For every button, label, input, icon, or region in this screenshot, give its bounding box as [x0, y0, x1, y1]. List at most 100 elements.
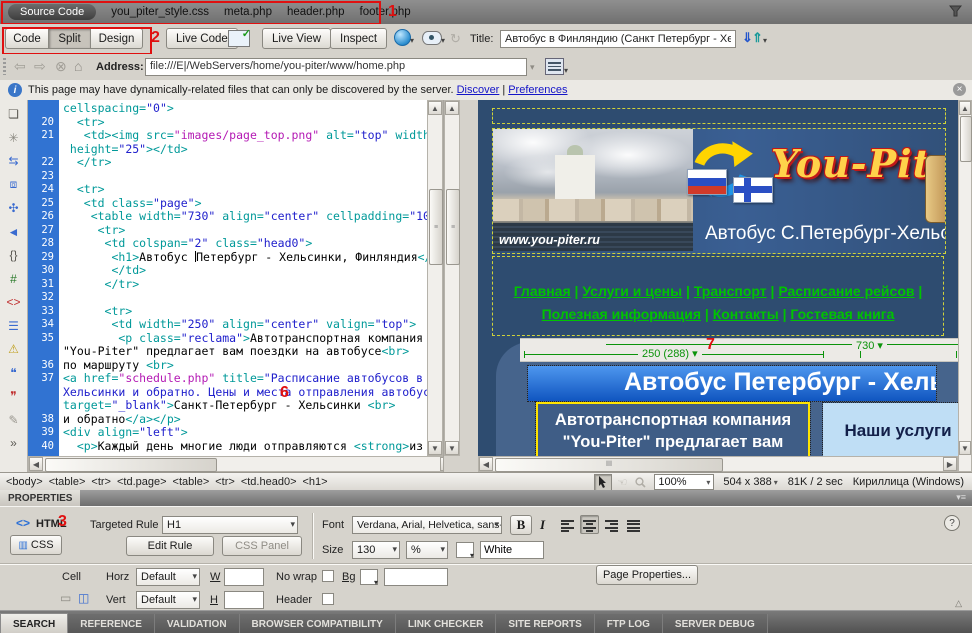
line-number[interactable] — [28, 399, 59, 413]
nowrap-checkbox[interactable] — [322, 570, 334, 582]
code-view-button[interactable]: Code — [5, 28, 49, 49]
collapse-selection-icon[interactable]: ⧈ — [4, 175, 24, 195]
text-color-swatch[interactable] — [456, 542, 474, 558]
line-number[interactable]: 31 — [28, 278, 59, 292]
line-number[interactable]: 40 — [28, 440, 59, 454]
code-line[interactable]: 28 <td colspan="2" class="head0"> — [28, 237, 455, 251]
code-line[interactable]: 35 <p class="reclama">Автотранспортная к… — [28, 332, 455, 346]
code-line[interactable]: 34 <td width="250" align="center" valign… — [28, 318, 455, 332]
nav-link[interactable]: Гостевая книга — [790, 306, 894, 322]
tag-selector-item[interactable]: <body> — [6, 476, 43, 488]
line-number[interactable]: 21 — [28, 129, 59, 143]
design-view-button[interactable]: Design — [91, 28, 143, 49]
size-select[interactable]: 130 — [352, 541, 400, 559]
code-line[interactable]: 24 <tr> — [28, 183, 455, 197]
code-pane[interactable]: cellspacing="0">20 <tr>21 <td><img src="… — [28, 100, 455, 456]
line-number[interactable] — [28, 386, 59, 400]
collapse-full-tag-icon[interactable]: ✳ — [4, 128, 24, 148]
promo-box[interactable]: Автотранспортная компания "You-Piter" пр… — [536, 402, 810, 456]
remove-comment-icon[interactable]: ❞ — [4, 386, 24, 406]
nav-link[interactable]: Контакты — [713, 306, 779, 322]
code-line[interactable]: 23 — [28, 170, 455, 184]
align-left-button[interactable] — [558, 515, 577, 534]
code-line[interactable]: 27 <tr> — [28, 224, 455, 238]
line-number[interactable]: 23 — [28, 170, 59, 184]
design-vscrollbar[interactable]: ▲ ▼ — [958, 100, 972, 472]
nav-link[interactable]: Транспорт — [694, 283, 767, 299]
code-line[interactable]: Хельсинки и обратно. Цены и места отправ… — [28, 386, 455, 400]
select-parent-tag-icon[interactable]: ◄ — [4, 222, 24, 242]
line-number[interactable]: 37 — [28, 372, 59, 386]
page-properties-button[interactable]: Page Properties... — [596, 565, 698, 585]
services-box[interactable]: Наши услуги — [823, 403, 958, 456]
line-number[interactable]: 26 — [28, 210, 59, 224]
visual-aids-dropdown-arrow-icon[interactable]: ▾ — [441, 36, 445, 45]
line-number[interactable]: 27 — [28, 224, 59, 238]
code-line[interactable]: 20 <tr> — [28, 116, 455, 130]
related-file-tab[interactable]: header.php — [287, 6, 345, 18]
header-checkbox[interactable] — [322, 593, 334, 605]
move-css-icon[interactable]: » — [4, 433, 24, 453]
merge-cells-icon[interactable]: ▭ — [60, 591, 71, 605]
scroll-up-icon[interactable]: ▲ — [428, 101, 442, 115]
css-mode-button[interactable]: ▥CSS — [10, 535, 62, 555]
zoom-tool-icon[interactable] — [632, 475, 648, 490]
line-number[interactable]: 34 — [28, 318, 59, 332]
code-line[interactable]: 36по маршруту <br> — [28, 359, 455, 373]
vert-select[interactable]: Default — [136, 591, 200, 609]
address-dropdown-arrow-icon[interactable]: ▾ — [530, 62, 535, 73]
code-line[interactable]: target="_blank">Санкт-Петербург - Хельси… — [28, 399, 455, 413]
view-options-icon[interactable] — [545, 58, 564, 75]
balance-braces-icon[interactable]: {} — [4, 245, 24, 265]
bottom-tab-search[interactable]: SEARCH — [0, 613, 68, 633]
file-put-icon[interactable]: ⇑ — [752, 30, 763, 46]
nav-link[interactable]: Главная — [514, 283, 571, 299]
table-width-menu-250[interactable]: 250 (288) ▾ — [638, 347, 702, 360]
line-number[interactable]: 24 — [28, 183, 59, 197]
code-line[interactable]: 40 <p>Каждый день многие люди отправляют… — [28, 440, 455, 454]
scroll-up-icon[interactable]: ▲ — [445, 101, 459, 115]
scroll-down-icon[interactable]: ▼ — [959, 441, 971, 455]
page-heading-bar[interactable]: Автобус Петербург - Хельсин — [528, 366, 936, 401]
hand-tool-icon[interactable]: ☜ — [614, 475, 630, 490]
forward-icon[interactable]: ⇨ — [34, 58, 46, 75]
code-line[interactable]: 38и обратно</a></p> — [28, 413, 455, 427]
font-select[interactable]: Verdana, Arial, Helvetica, sans-serif — [352, 516, 502, 534]
split-view-button[interactable]: Split — [49, 28, 91, 49]
scroll-up-icon[interactable]: ▲ — [959, 101, 971, 115]
tag-selector-item[interactable]: <table> — [49, 476, 86, 488]
preferences-link[interactable]: Preferences — [508, 84, 567, 96]
code-line[interactable]: 30 </td> — [28, 264, 455, 278]
wrap-lines-icon[interactable]: ☰ — [4, 316, 24, 336]
bottom-tab-site-reports[interactable]: SITE REPORTS — [496, 614, 594, 633]
check-browser-compat-icon[interactable]: ✓ — [228, 30, 250, 47]
magnification-select[interactable]: 100%▾ — [654, 474, 714, 490]
code-line[interactable]: "You-Piter" предлагает вам поездки на ав… — [28, 345, 455, 359]
recent-snippets-icon[interactable]: ✎ — [4, 410, 24, 430]
preview-dropdown-arrow-icon[interactable]: ▾ — [410, 36, 414, 45]
align-center-button[interactable] — [580, 515, 599, 534]
code-line[interactable]: 33 <tr> — [28, 305, 455, 319]
window-size-value[interactable]: 504 x 388 — [723, 476, 771, 488]
file-mgmt-dropdown-arrow-icon[interactable]: ▾ — [763, 36, 767, 45]
bottom-tab-browser-compatibility[interactable]: BROWSER COMPATIBILITY — [240, 614, 396, 633]
related-file-tab[interactable]: you_piter_style.css — [111, 6, 209, 18]
view-options-dropdown-arrow-icon[interactable]: ▾ — [564, 66, 568, 75]
scroll-left-icon[interactable]: ◀ — [29, 457, 43, 471]
code-line[interactable]: 26 <table width="730" align="center" cel… — [28, 210, 455, 224]
bold-button[interactable]: B — [510, 515, 532, 535]
home-icon[interactable]: ⌂ — [74, 58, 82, 74]
width-input[interactable] — [224, 568, 264, 586]
code-vscrollbar2[interactable]: ▲ ≡ ▼ — [444, 100, 460, 456]
text-color-input[interactable] — [480, 541, 544, 559]
line-number[interactable]: 28 — [28, 237, 59, 251]
italic-button[interactable]: I — [540, 517, 545, 533]
code-line[interactable]: 29 <h1>Автобус Петербург - Хельсинки, Фи… — [28, 251, 455, 265]
preview-in-browser-icon[interactable] — [394, 29, 411, 46]
align-right-button[interactable] — [602, 515, 621, 534]
syntax-error-alerts-icon[interactable]: ⚠ — [4, 339, 24, 359]
properties-tab[interactable]: PROPERTIES — [0, 490, 80, 506]
code-vscroll-thumb2[interactable]: ≡ — [446, 189, 460, 265]
tag-selector-item[interactable]: <td.head0> — [241, 476, 297, 488]
discover-link[interactable]: Discover — [457, 84, 500, 96]
